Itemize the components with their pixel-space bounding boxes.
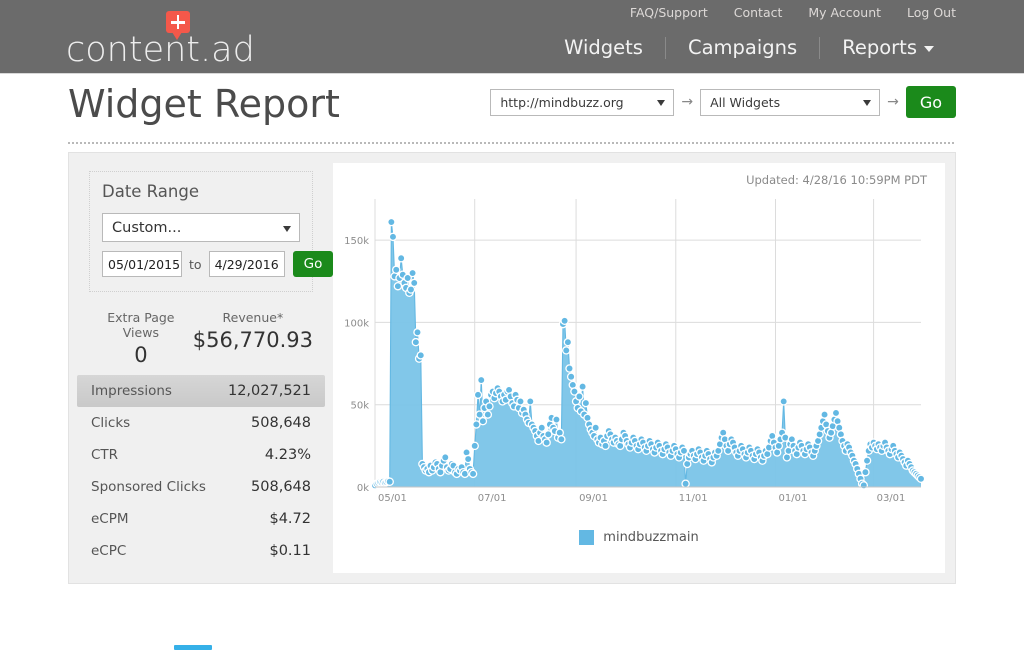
legend-label: mindbuzzmain <box>603 530 699 545</box>
go-button[interactable]: Go <box>905 86 956 118</box>
svg-text:03/01: 03/01 <box>877 493 906 504</box>
metric-value: 4.23% <box>264 447 311 463</box>
metric-label: Sponsored Clicks <box>91 479 206 495</box>
nav-item-reports[interactable]: Reports <box>820 36 956 59</box>
impressions-area-chart[interactable]: 0k 50k 100k 150k 05/01 07/01 09/01 11/01 01/01 03… <box>333 187 947 527</box>
date-to-label: to <box>189 256 202 272</box>
logo-text: content.ad <box>66 30 255 70</box>
metric-row-ecpc[interactable]: eCPC $0.11 <box>77 535 325 567</box>
logo[interactable]: content.ad <box>66 8 255 70</box>
svg-text:11/01: 11/01 <box>679 493 708 504</box>
date-preset-select[interactable]: Custom... <box>102 213 300 242</box>
updated-timestamp: Updated: 4/28/16 10:59PM PDT <box>746 173 927 187</box>
svg-text:01/01: 01/01 <box>779 493 808 504</box>
stat-value: $56,770.93 <box>192 328 313 352</box>
metric-row-sponsored-clicks[interactable]: Sponsored Clicks 508,648 <box>77 471 325 503</box>
chevron-down-icon <box>863 100 872 106</box>
nav-link-faq-support[interactable]: FAQ/Support <box>630 5 708 20</box>
site-select-value: http://mindbuzz.org <box>500 94 624 110</box>
chart-card: Updated: 4/28/16 10:59PM PDT 0k 50k 100k 15… <box>333 163 945 573</box>
start-date-input[interactable]: 05/01/2015 <box>102 251 182 277</box>
date-go-button[interactable]: Go <box>292 251 334 277</box>
arrow-icon: → <box>681 94 694 110</box>
svg-text:05/01: 05/01 <box>378 493 407 504</box>
svg-text:50k: 50k <box>350 401 369 412</box>
date-range-title: Date Range <box>102 182 199 201</box>
main-nav: Widgets Campaigns Reports <box>542 36 956 59</box>
nav-item-campaigns[interactable]: Campaigns <box>666 36 819 59</box>
date-range-box: Date Range Custom... 05/01/2015 to 4/29/… <box>89 171 334 292</box>
metric-row-clicks[interactable]: Clicks 508,648 <box>77 407 325 439</box>
metric-value: 508,648 <box>251 479 311 495</box>
metric-row-impressions[interactable]: Impressions 12,027,521 <box>77 375 325 407</box>
page-title-row: Widget Report http://mindbuzz.org → All … <box>68 74 956 152</box>
metric-label: Clicks <box>91 415 131 431</box>
title-underline <box>68 142 956 144</box>
metric-label: Impressions <box>91 383 172 399</box>
svg-text:150k: 150k <box>344 236 369 247</box>
site-header: content.ad FAQ/Support Contact My Accoun… <box>0 0 1024 74</box>
widget-select-value: All Widgets <box>710 94 781 110</box>
metric-value: 508,648 <box>251 415 311 431</box>
summary-stats: Extra Page Views 0 Revenue* $56,770.93 <box>89 310 313 367</box>
metric-label: eCPM <box>91 511 129 527</box>
legend-swatch-icon <box>579 530 595 545</box>
metric-value: $4.72 <box>269 511 311 527</box>
site-select[interactable]: http://mindbuzz.org <box>490 88 675 116</box>
nav-item-reports-label: Reports <box>842 36 917 59</box>
stat-label: Extra Page Views <box>107 310 175 340</box>
nav-link-my-account[interactable]: My Account <box>808 5 881 20</box>
chevron-down-icon <box>657 100 666 106</box>
svg-text:0k: 0k <box>357 483 369 494</box>
nav-link-log-out[interactable]: Log Out <box>907 5 956 20</box>
arrow-icon: → <box>887 94 899 110</box>
metric-list: Impressions 12,027,521 Clicks 508,648 CT… <box>77 375 325 567</box>
nav-item-widgets[interactable]: Widgets <box>542 36 665 59</box>
footer-accent-bar <box>174 645 212 650</box>
nav-link-contact[interactable]: Contact <box>734 5 783 20</box>
svg-text:09/01: 09/01 <box>579 493 608 504</box>
metric-label: CTR <box>91 447 119 463</box>
chevron-down-icon <box>924 45 934 52</box>
metric-row-ecpm[interactable]: eCPM $4.72 <box>77 503 325 535</box>
date-inputs: 05/01/2015 to 4/29/2016 Go <box>102 251 334 277</box>
svg-text:07/01: 07/01 <box>478 493 507 504</box>
metric-row-ctr[interactable]: CTR 4.23% <box>77 439 325 471</box>
utility-nav: FAQ/Support Contact My Account Log Out <box>630 5 956 20</box>
metric-label: eCPC <box>91 543 127 559</box>
stat-label: Revenue* <box>222 310 284 325</box>
chevron-down-icon <box>283 225 291 232</box>
chart-legend: mindbuzzmain <box>333 530 945 545</box>
metric-value: 12,027,521 <box>227 383 311 399</box>
stat-revenue: Revenue* $56,770.93 <box>193 310 313 367</box>
svg-text:100k: 100k <box>344 318 369 329</box>
widget-select[interactable]: All Widgets <box>700 88 881 116</box>
date-preset-value: Custom... <box>112 219 182 236</box>
page-title: Widget Report <box>68 82 340 126</box>
report-sidebar: Date Range Custom... 05/01/2015 to 4/29/… <box>69 153 334 583</box>
report-selector-bar: http://mindbuzz.org → All Widgets → Go <box>490 86 956 118</box>
metric-value: $0.11 <box>269 543 311 559</box>
stat-value: 0 <box>134 343 148 367</box>
end-date-input[interactable]: 4/29/2016 <box>208 251 285 277</box>
stat-extra-page-views: Extra Page Views 0 <box>89 310 193 367</box>
report-panel: Date Range Custom... 05/01/2015 to 4/29/… <box>68 152 956 584</box>
